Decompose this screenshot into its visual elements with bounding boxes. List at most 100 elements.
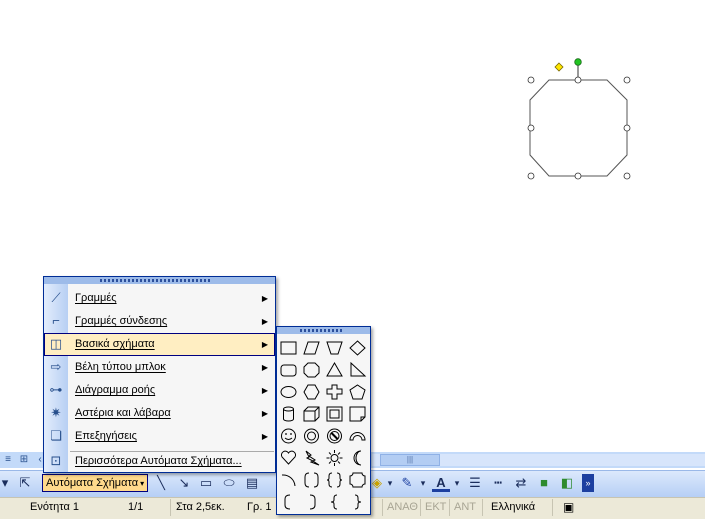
submenu-arrow-icon: ▶ [261,432,268,441]
rounded-rectangle-shape-icon[interactable] [277,359,300,381]
resize-handle-e[interactable] [623,124,631,132]
menu-grip-dots [100,279,210,282]
plaque-shape-icon[interactable] [346,469,369,491]
spelling-status-icon[interactable]: ▣ [559,500,581,515]
hexagon-shape-icon[interactable] [300,381,323,403]
basic-shapes-icon: ◫ [49,336,63,351]
flowchart-icon: ⊶ [49,382,63,397]
resize-handle-s[interactable] [574,172,582,180]
shadow-style-icon[interactable]: ■ [535,474,553,492]
font-color-icon[interactable]: A [432,474,450,492]
line-color-dropdown-icon[interactable]: ▾ [418,474,428,492]
menu-item-stars-banners[interactable]: ✷ Αστέρια και λάβαρα ▶ [44,402,275,425]
cross-shape-icon[interactable] [323,381,346,403]
line-style-icon[interactable]: ☰ [466,474,484,492]
status-page: 1/1 [128,501,144,513]
rectangle-tool-icon[interactable]: ▭ [197,474,215,492]
folded-corner-shape-icon[interactable] [346,403,369,425]
donut-shape-icon[interactable] [300,425,323,447]
arrow-tool-icon[interactable]: ↘ [175,474,193,492]
adjust-handle[interactable] [554,62,564,72]
status-section: Ενότητα 1 [30,501,79,513]
sun-shape-icon[interactable] [323,447,346,469]
double-brace-shape-icon[interactable] [323,469,346,491]
smiley-face-shape-icon[interactable] [277,425,300,447]
menu-item-connectors[interactable]: ⌐ Γραμμές σύνδεσης ▶ [44,310,275,333]
pentagon-shape-icon[interactable] [346,381,369,403]
triangle-shape-icon[interactable] [323,359,346,381]
menu-item-callouts[interactable]: ❏ Επεξηγήσεις ▶ [44,425,275,448]
selected-octagon-shape[interactable] [520,55,635,185]
menu-item-label: Βέλη τύπου μπλοκ [75,361,166,373]
resize-handle-sw[interactable] [527,172,535,180]
toolbar-options-icon[interactable]: ▾ [0,474,10,492]
no-symbol-shape-icon[interactable] [323,425,346,447]
line-color-icon[interactable]: ✎ [398,474,416,492]
scrollbar-thumb[interactable]: ||| [380,454,440,466]
submenu-arrow-icon: ▶ [261,363,268,372]
menu-item-label: Βασικά σχήματα [75,338,155,350]
status-track-changes[interactable]: ΑΝΑΘ [383,500,419,515]
moon-shape-icon[interactable] [346,447,369,469]
select-objects-icon[interactable]: ⇱ [16,474,34,492]
status-overtype[interactable]: ΑΝΤ [450,500,480,515]
menu-item-flowchart[interactable]: ⊶ Διάγραμμα ροής ▶ [44,379,275,402]
rectangle-shape-icon[interactable] [277,337,300,359]
submenu-arrow-icon: ▶ [261,409,268,418]
menu-item-lines[interactable]: ⟋ Γραμμές ▶ [44,287,275,310]
arrow-style-icon[interactable]: ⇄ [512,474,530,492]
status-language[interactable]: Ελληνικά [487,500,547,515]
oval-tool-icon[interactable]: ⬭ [220,474,238,492]
resize-handle-w[interactable] [527,124,535,132]
menu-item-label: Επεξηγήσεις [75,430,137,442]
octagon-shape-icon[interactable] [300,359,323,381]
diamond-shape-icon[interactable] [346,337,369,359]
status-divider [170,499,171,516]
menu-item-more-autoshapes[interactable]: ⊡ Περισσότερα Αυτόματα Σχήματα... [44,450,275,473]
submenu-arrow-icon: ▶ [261,294,268,303]
left-brace-shape-icon[interactable] [323,491,346,513]
arc-shape-icon[interactable] [277,469,300,491]
right-brace-shape-icon[interactable] [346,491,369,513]
font-color-dropdown-icon[interactable]: ▾ [452,474,462,492]
submenu-arrow-icon: ▶ [261,317,268,326]
menu-item-label: Γραμμές [75,292,117,304]
left-bracket-shape-icon[interactable] [277,491,300,513]
menu-item-block-arrows[interactable]: ⇨ Βέλη τύπου μπλοκ ▶ [44,356,275,379]
toolbar-overflow-icon[interactable]: » [582,474,594,492]
menu-item-label: Περισσότερα Αυτόματα Σχήματα... [75,455,242,467]
bevel-shape-icon[interactable] [323,403,346,425]
palette-grip-dots [300,329,342,332]
view-buttons: ≡ ⊞ ‹ [0,452,48,468]
double-bracket-shape-icon[interactable] [300,469,323,491]
normal-view-icon[interactable]: ≡ [0,452,16,468]
status-position: Στα 2,5εκ. [176,501,225,513]
resize-handle-ne[interactable] [623,76,631,84]
lightning-bolt-shape-icon[interactable] [300,447,323,469]
cube-shape-icon[interactable] [300,403,323,425]
menu-item-basic-shapes[interactable]: ◫ Βασικά σχήματα ▶ [44,333,275,356]
heart-shape-icon[interactable] [277,447,300,469]
lines-icon: ⟋ [51,290,61,305]
line-tool-icon[interactable]: ╲ [152,474,170,492]
parallelogram-shape-icon[interactable] [300,337,323,359]
resize-handle-n[interactable] [574,76,582,84]
trapezoid-shape-icon[interactable] [323,337,346,359]
fill-color-dropdown-icon[interactable]: ▾ [385,474,395,492]
status-extend[interactable]: ΕΚΤ [421,500,449,515]
resize-handle-nw[interactable] [527,76,535,84]
oval-shape-icon[interactable] [277,381,300,403]
autoshapes-button[interactable]: Αυτόματα Σχήματα ▾ [42,474,148,492]
menu-item-label: Αστέρια και λάβαρα [75,407,171,419]
reading-layout-icon[interactable]: ⊞ [16,452,32,468]
can-shape-icon[interactable] [277,403,300,425]
text-box-tool-icon[interactable]: ▤ [243,474,261,492]
dropdown-arrow-icon: ▾ [140,479,145,488]
dash-style-icon[interactable]: ┅ [489,474,507,492]
3d-style-icon[interactable]: ◧ [558,474,576,492]
right-bracket-shape-icon[interactable] [300,491,323,513]
right-triangle-shape-icon[interactable] [346,359,369,381]
rotate-handle[interactable] [574,58,582,66]
block-arc-shape-icon[interactable] [346,425,369,447]
resize-handle-se[interactable] [623,172,631,180]
